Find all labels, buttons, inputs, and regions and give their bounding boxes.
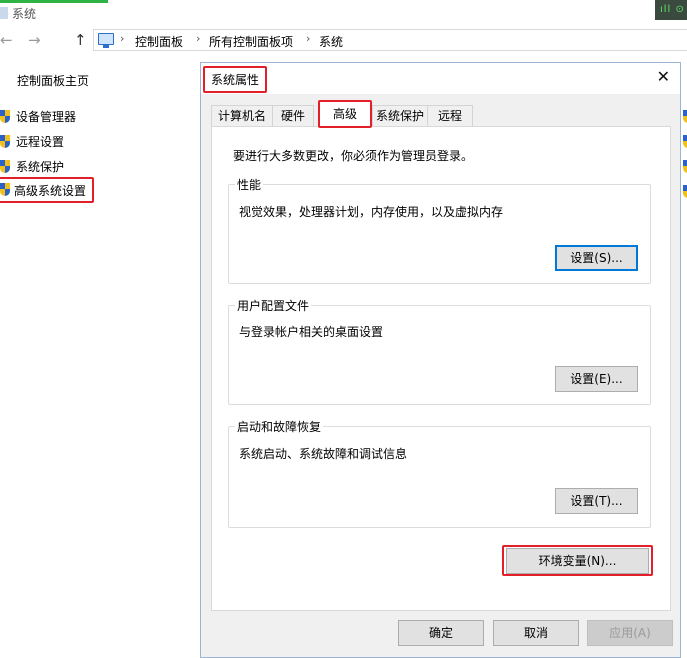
apply-button: 应用(A) (587, 620, 673, 646)
uac-shield-icon (683, 110, 687, 123)
breadcrumb-all-items[interactable]: 所有控制面板项 (209, 33, 293, 50)
group-description: 系统启动、系统故障和调试信息 (239, 447, 408, 461)
forward-arrow-icon[interactable]: → (28, 31, 41, 49)
sidebar-item-label: 系统保护 (16, 159, 65, 174)
tab-strip: 计算机名 硬件 高级 系统保护 远程 (211, 100, 671, 128)
sidebar-home-link[interactable]: 控制面板主页 (17, 72, 89, 89)
sidebar-item-system-protection[interactable]: 系统保护 (0, 155, 64, 177)
startup-recovery-settings-button[interactable]: 设置(T)... (555, 488, 638, 514)
window-title: 系统 (12, 7, 37, 21)
sidebar-item-advanced-settings[interactable]: 高级系统设置 (0, 177, 95, 203)
user-profiles-group: 用户配置文件 与登录帐户相关的桌面设置 设置(E)... (228, 297, 651, 405)
environment-variables-button[interactable]: 环境变量(N)... (506, 548, 649, 574)
uac-shield-icon (683, 135, 687, 148)
up-arrow-icon[interactable]: ↑ (74, 31, 87, 49)
group-description: 视觉效果，处理器计划，内存使用，以及虚拟内存 (239, 205, 504, 219)
window-titlebar: 系统 (0, 0, 687, 28)
tab-system-protection[interactable]: 系统保护 (372, 105, 428, 127)
performance-group: 性能 视觉效果，处理器计划，内存使用，以及虚拟内存 设置(S)... (228, 176, 651, 284)
sidebar-item-label: 高级系统设置 (14, 183, 87, 198)
group-legend: 用户配置文件 (235, 297, 312, 314)
computer-icon (98, 33, 114, 48)
tab-remote[interactable]: 远程 (427, 105, 473, 127)
breadcrumb-control-panel[interactable]: 控制面板 (135, 33, 183, 50)
breadcrumb-separator: › (196, 32, 201, 45)
close-icon[interactable]: ✕ (657, 69, 670, 85)
address-bar: ← → ↑ › 控制面板 › 所有控制面板项 › 系统 (0, 28, 687, 52)
uac-shield-icon (0, 134, 10, 148)
ok-button[interactable]: 确定 (398, 620, 484, 646)
address-box[interactable]: › 控制面板 › 所有控制面板项 › 系统 (93, 29, 687, 51)
back-arrow-icon[interactable]: ← (0, 31, 13, 49)
sidebar-item-label: 远程设置 (16, 134, 65, 149)
breadcrumb-separator: › (120, 32, 125, 45)
performance-settings-button[interactable]: 设置(S)... (555, 245, 638, 271)
breadcrumb-system[interactable]: 系统 (319, 33, 343, 50)
startup-recovery-group: 启动和故障恢复 系统启动、系统故障和调试信息 设置(T)... (228, 418, 651, 528)
cancel-button[interactable]: 取消 (493, 620, 579, 646)
uac-shield-icon (0, 109, 10, 123)
uac-shield-icon (0, 159, 10, 173)
group-legend: 性能 (235, 176, 264, 193)
progress-accent-line (0, 0, 108, 3)
breadcrumb-separator: › (306, 32, 311, 45)
group-legend: 启动和故障恢复 (235, 418, 324, 435)
tab-hardware[interactable]: 硬件 (272, 105, 314, 127)
sidebar-item-device-manager[interactable]: 设备管理器 (0, 105, 76, 127)
tab-advanced[interactable]: 高级 (318, 100, 372, 128)
sidebar: 控制面板主页 设备管理器 远程设置 系统保护 高级系统设置 (0, 52, 200, 658)
uac-shield-icon (0, 183, 10, 196)
system-window-icon (0, 7, 8, 19)
admin-note: 要进行大多数更改，你必须作为管理员登录。 (233, 149, 474, 163)
sidebar-item-remote-settings[interactable]: 远程设置 (0, 130, 64, 152)
uac-shield-icon (683, 185, 687, 198)
uac-shield-icon (683, 160, 687, 173)
system-properties-dialog: 系统属性 ✕ 计算机名 硬件 高级 系统保护 远程 要进行大多数更改，你必须作为… (200, 62, 681, 658)
group-description: 与登录帐户相关的桌面设置 (239, 325, 384, 339)
user-profiles-settings-button[interactable]: 设置(E)... (555, 366, 638, 392)
tab-panel-advanced: 要进行大多数更改，你必须作为管理员登录。 性能 视觉效果，处理器计划，内存使用，… (211, 126, 671, 611)
network-status-widget: ıll ⊙ (655, 0, 687, 20)
dialog-title: 系统属性 (203, 66, 268, 93)
dialog-titlebar: 系统属性 ✕ (201, 63, 680, 94)
tab-computer-name[interactable]: 计算机名 (211, 105, 273, 127)
sidebar-item-label: 设备管理器 (16, 109, 77, 124)
